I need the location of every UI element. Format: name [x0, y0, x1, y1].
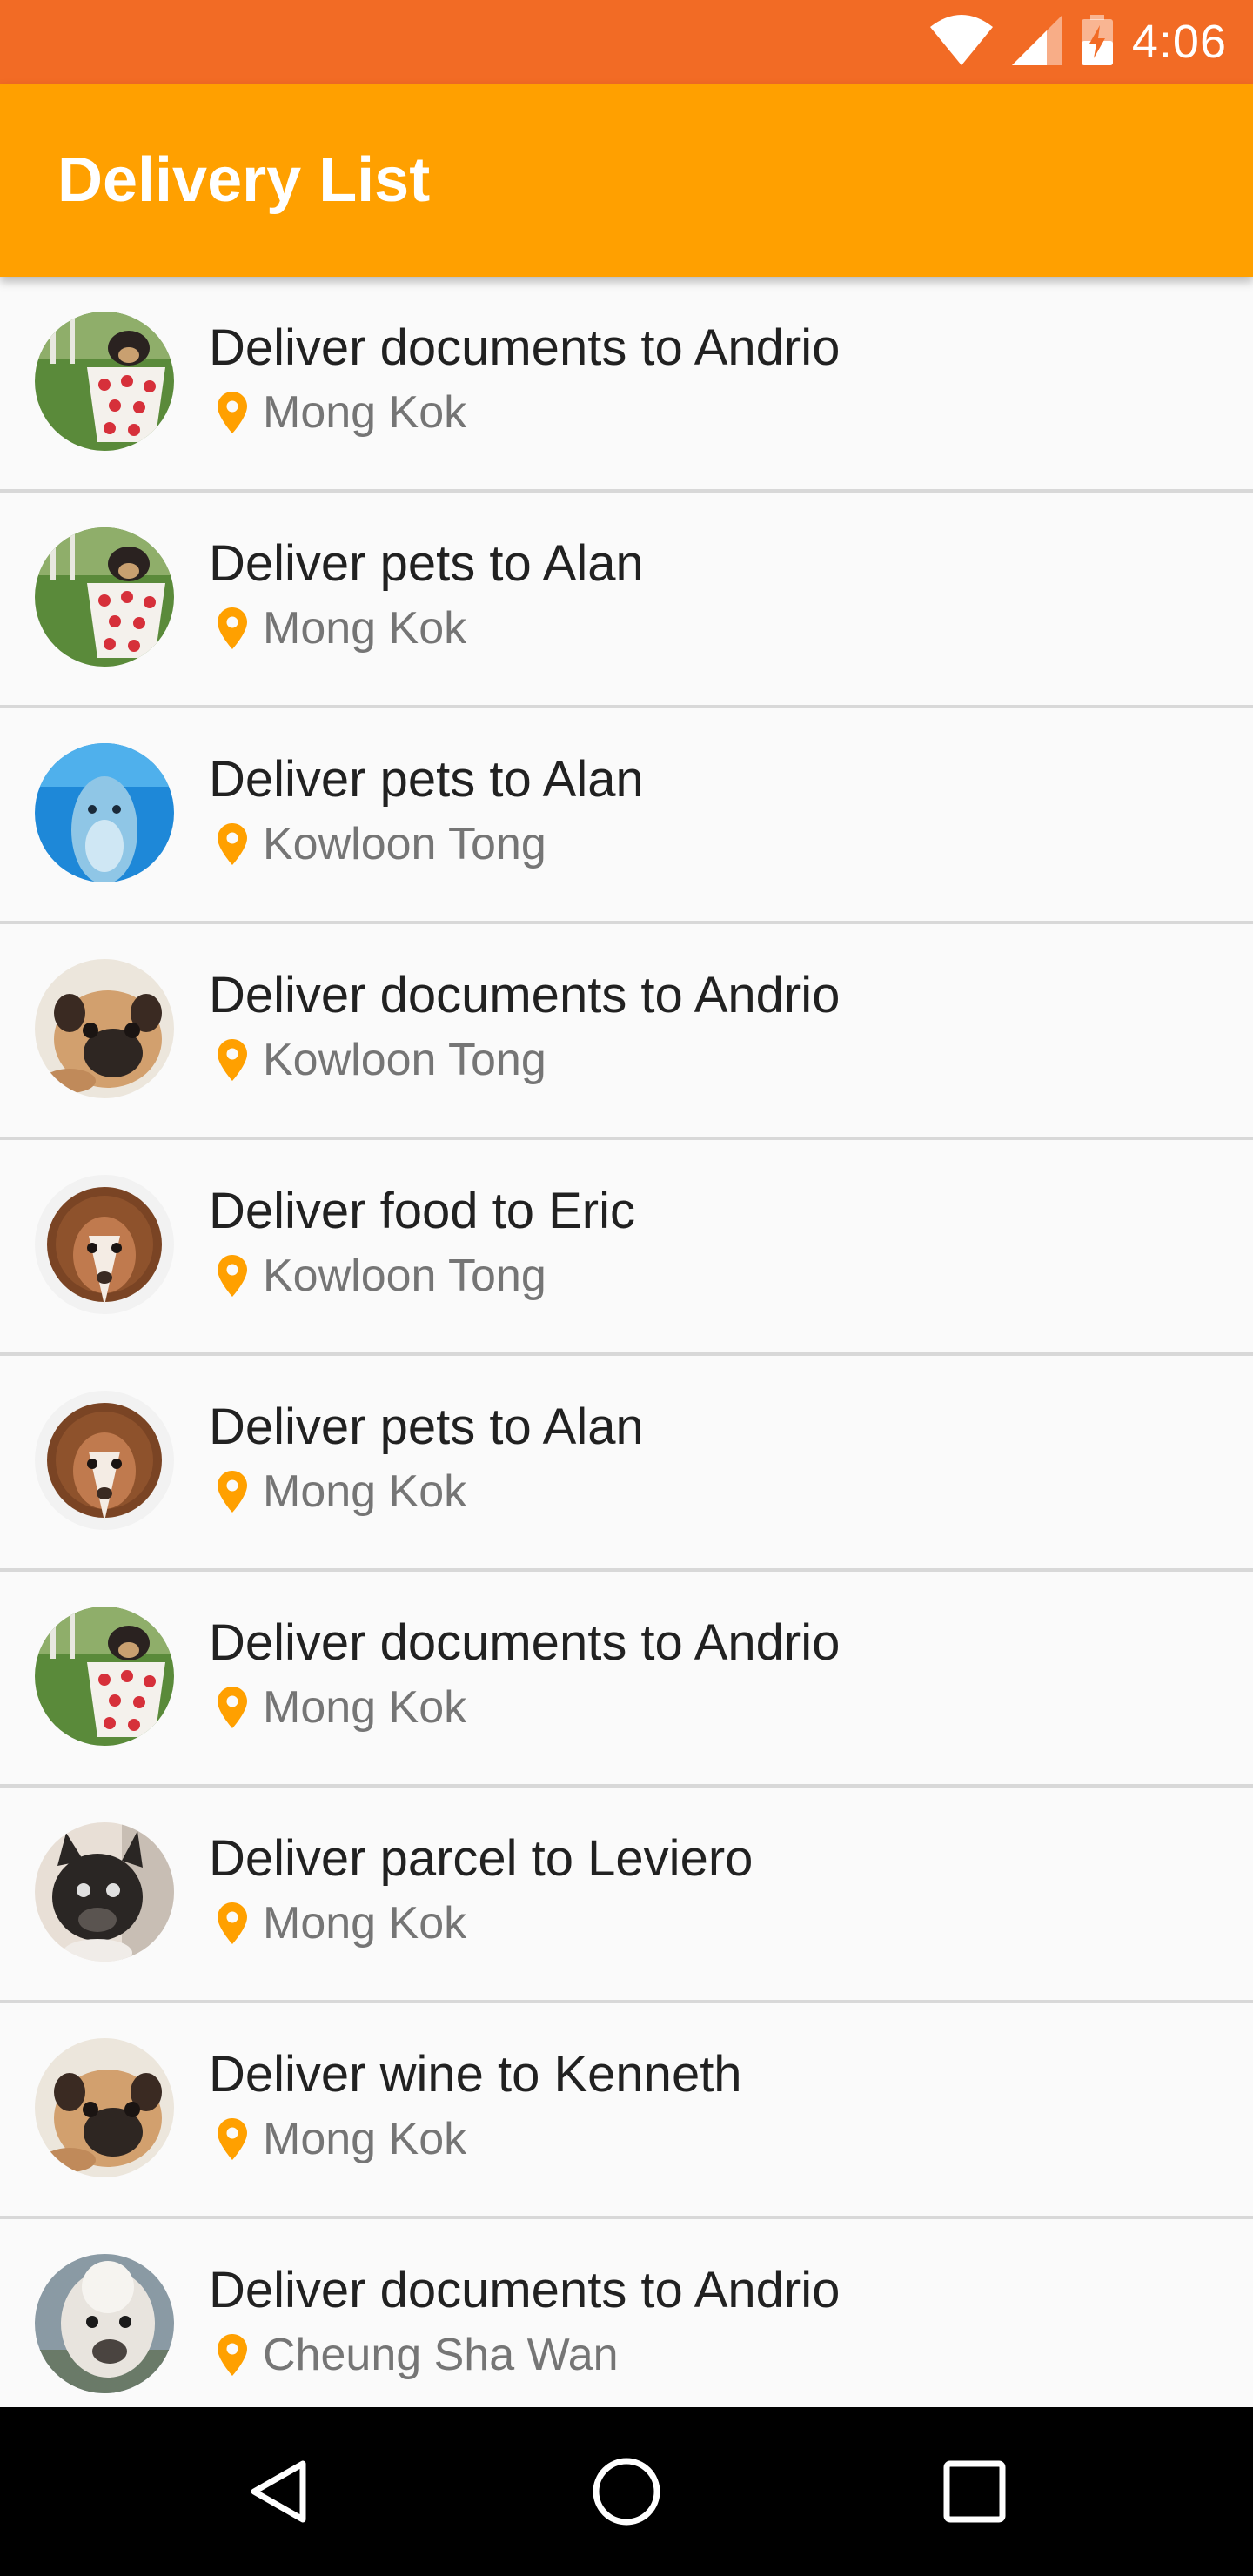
delivery-title: Deliver documents to Andrio: [209, 319, 841, 376]
avatar: [35, 2254, 174, 2393]
list-item[interactable]: Deliver parcel to Leviero Mong Kok: [0, 1788, 1253, 2003]
delivery-title: Deliver pets to Alan: [209, 751, 644, 808]
delivery-title: Deliver wine to Kenneth: [209, 2046, 742, 2103]
delivery-location: Cheung Sha Wan: [218, 2327, 619, 2383]
location-label: Cheung Sha Wan: [263, 2330, 619, 2380]
avatar: [35, 1175, 174, 1314]
avatar: [35, 1607, 174, 1746]
avatar: [35, 959, 174, 1098]
delivery-location: Kowloon Tong: [218, 1032, 546, 1088]
wifi-icon: [929, 14, 993, 70]
avatar: [35, 743, 174, 882]
delivery-title: Deliver parcel to Leviero: [209, 1830, 754, 1887]
location-pin-icon: [218, 823, 247, 865]
location-pin-icon: [218, 607, 247, 649]
list-item[interactable]: Deliver documents to Andrio Mong Kok: [0, 1572, 1253, 1788]
recents-icon: [943, 2460, 1006, 2523]
navigation-bar: [0, 2407, 1253, 2576]
delivery-list[interactable]: Deliver documents to Andrio Mong Kok Del…: [0, 277, 1253, 2407]
delivery-location: Mong Kok: [218, 1680, 466, 1735]
home-icon: [593, 2458, 660, 2526]
location-pin-icon: [218, 1687, 247, 1728]
delivery-location: Mong Kok: [218, 1895, 466, 1951]
delivery-location: Kowloon Tong: [218, 816, 546, 872]
delivery-title: Deliver documents to Andrio: [209, 2262, 841, 2318]
delivery-location: Mong Kok: [218, 1464, 466, 1519]
delivery-title: Deliver pets to Alan: [209, 1399, 644, 1455]
avatar: [35, 1822, 174, 1962]
location-label: Mong Kok: [263, 387, 467, 438]
location-label: Kowloon Tong: [263, 1035, 546, 1085]
battery-charging-icon: [1081, 14, 1113, 70]
list-item[interactable]: Deliver wine to Kenneth Mong Kok: [0, 2003, 1253, 2219]
location-label: Mong Kok: [263, 1682, 467, 1733]
avatar: [35, 527, 174, 667]
location-label: Kowloon Tong: [263, 1251, 546, 1301]
recents-button[interactable]: [888, 2407, 1062, 2576]
location-label: Mong Kok: [263, 1466, 467, 1517]
list-item[interactable]: Deliver food to Eric Kowloon Tong: [0, 1140, 1253, 1356]
location-label: Mong Kok: [263, 2114, 467, 2164]
location-pin-icon: [218, 1255, 247, 1297]
avatar: [35, 312, 174, 451]
list-item[interactable]: Deliver documents to Andrio Kowloon Tong: [0, 924, 1253, 1140]
delivery-title: Deliver food to Eric: [209, 1183, 635, 1239]
delivery-location: Mong Kok: [218, 600, 466, 656]
list-item[interactable]: Deliver documents to Andrio Cheung Sha W…: [0, 2219, 1253, 2407]
delivery-location: Mong Kok: [218, 385, 466, 440]
list-item[interactable]: Deliver pets to Alan Mong Kok: [0, 1356, 1253, 1572]
status-icons: 4:06: [929, 0, 1227, 84]
cellular-signal-icon: [1011, 14, 1062, 70]
app-bar: Delivery List: [0, 84, 1253, 277]
location-pin-icon: [218, 392, 247, 433]
location-pin-icon: [218, 2334, 247, 2376]
delivery-location: Mong Kok: [218, 2111, 466, 2167]
location-pin-icon: [218, 2118, 247, 2160]
delivery-title: Deliver documents to Andrio: [209, 967, 841, 1023]
location-pin-icon: [218, 1039, 247, 1081]
delivery-location: Kowloon Tong: [218, 1248, 546, 1304]
list-item[interactable]: Deliver documents to Andrio Mong Kok: [0, 277, 1253, 493]
location-pin-icon: [218, 1471, 247, 1513]
list-item[interactable]: Deliver pets to Alan Kowloon Tong: [0, 708, 1253, 924]
status-bar: 4:06: [0, 0, 1253, 84]
status-time: 4:06: [1131, 16, 1227, 68]
list-item[interactable]: Deliver pets to Alan Mong Kok: [0, 493, 1253, 708]
delivery-title: Deliver pets to Alan: [209, 535, 644, 592]
location-label: Mong Kok: [263, 1898, 467, 1949]
location-label: Kowloon Tong: [263, 819, 546, 869]
page-title: Delivery List: [57, 145, 431, 215]
location-pin-icon: [218, 1902, 247, 1944]
back-icon: [251, 2460, 306, 2523]
avatar: [35, 1391, 174, 1530]
home-button[interactable]: [539, 2407, 714, 2576]
delivery-title: Deliver documents to Andrio: [209, 1614, 841, 1671]
location-label: Mong Kok: [263, 603, 467, 654]
avatar: [35, 2038, 174, 2177]
back-button[interactable]: [193, 2407, 367, 2576]
